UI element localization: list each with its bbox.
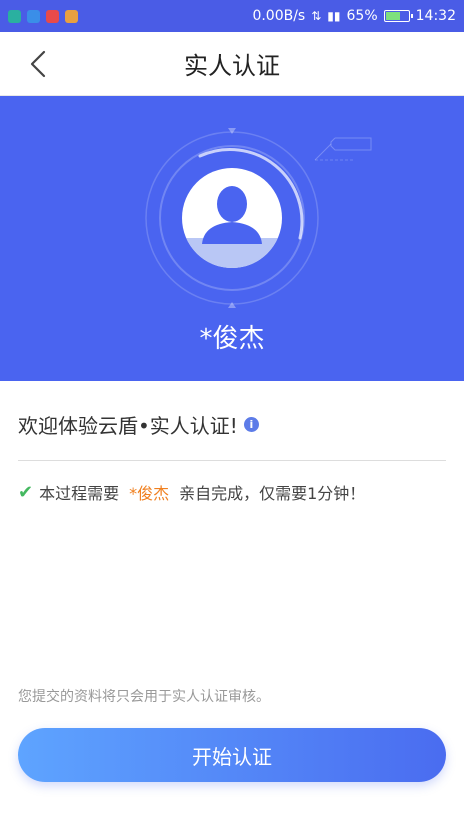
chevron-left-icon <box>30 50 46 78</box>
notification-icons <box>8 9 78 23</box>
face-scan-graphic <box>145 128 319 308</box>
welcome-text: 欢迎体验云盾•实人认证! <box>18 414 238 438</box>
status-bar: 0.00B/s ⇅ ▮▮ 65% 14:32 <box>0 0 464 32</box>
hero-banner: *俊杰 <box>0 96 464 381</box>
start-verification-button[interactable]: 开始认证 <box>18 728 446 782</box>
check-icon: ✔ <box>18 481 34 503</box>
requirement-name: *俊杰 <box>129 484 170 503</box>
page-title: 实人认证 <box>184 52 280 80</box>
status-right: 0.00B/s ⇅ ▮▮ 65% 14:32 <box>252 8 456 24</box>
divider <box>18 460 446 461</box>
navigation-bar: 实人认证 <box>0 32 464 96</box>
welcome-row: 欢迎体验云盾•实人认证! i <box>18 410 259 439</box>
app-icon-red <box>46 9 59 23</box>
back-button[interactable] <box>22 48 54 80</box>
data-transfer-icon: ⇅ <box>311 9 322 23</box>
user-name: *俊杰 <box>199 324 265 354</box>
clock: 14:32 <box>415 8 456 24</box>
battery-icon <box>383 10 413 22</box>
battery-percent: 65% <box>346 8 378 24</box>
requirement-row: ✔ 本过程需要 *俊杰 亲自完成，仅需要1分钟！ <box>18 480 365 504</box>
network-speed: 0.00B/s <box>252 8 306 24</box>
requirement-prefix: 本过程需要 <box>39 484 120 503</box>
requirement-suffix: 亲自完成，仅需要1分钟！ <box>179 484 366 503</box>
signal-icon: ▮▮ <box>327 9 341 23</box>
info-icon[interactable]: i <box>243 417 259 432</box>
disclaimer-text: 您提交的资料将只会用于实人认证审核。 <box>18 689 270 705</box>
app-icon-orange <box>65 9 78 23</box>
app-icon-blue <box>27 9 40 23</box>
app-icon-teal <box>8 9 21 23</box>
